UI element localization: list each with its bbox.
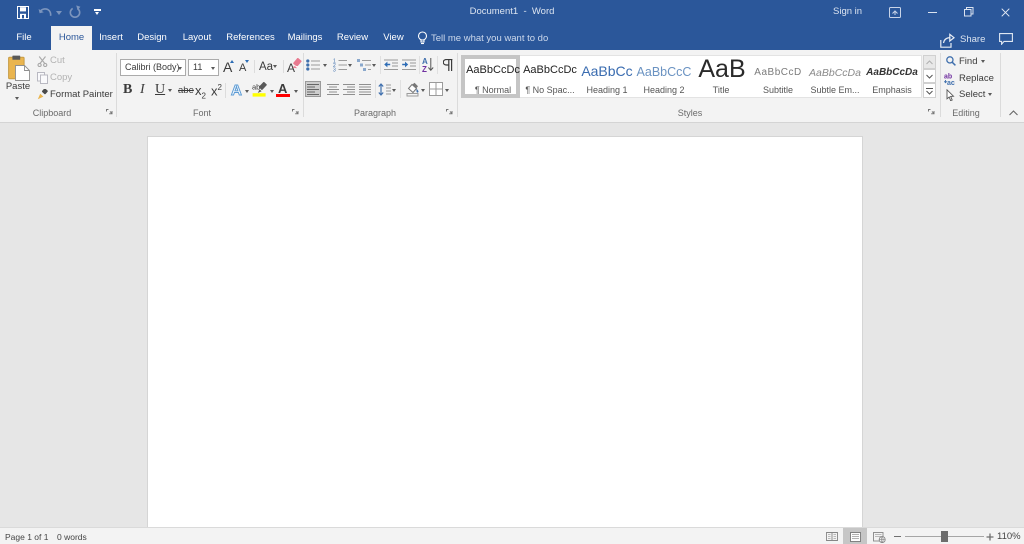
svg-text:Z: Z (422, 65, 427, 72)
svg-text:ac: ac (947, 80, 955, 85)
svg-text:3: 3 (333, 68, 336, 73)
